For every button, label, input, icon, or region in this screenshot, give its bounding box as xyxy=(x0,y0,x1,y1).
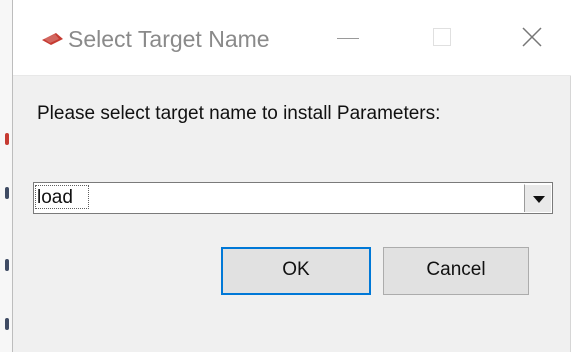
background-marker xyxy=(5,187,9,199)
minimize-button[interactable] xyxy=(325,14,373,62)
target-name-select[interactable]: load xyxy=(33,182,553,214)
window-title: Select Target Name xyxy=(68,26,270,52)
background-marker xyxy=(5,318,9,330)
cancel-button[interactable]: Cancel xyxy=(383,247,529,295)
app-logo-icon xyxy=(42,33,63,45)
minimize-icon xyxy=(337,38,359,39)
background-marker xyxy=(5,133,9,145)
install-parameters-prompt: Please select target name to install Par… xyxy=(37,103,441,124)
ok-button[interactable]: OK xyxy=(221,247,371,295)
cancel-button-label: Cancel xyxy=(426,259,486,280)
selected-target-name: load xyxy=(37,187,73,208)
dropdown-button[interactable] xyxy=(524,184,551,212)
chevron-down-icon xyxy=(533,196,545,203)
background-marker xyxy=(5,259,9,271)
close-button[interactable] xyxy=(509,14,557,62)
maximize-icon xyxy=(433,28,451,46)
close-icon xyxy=(522,27,542,47)
background-window-edge xyxy=(0,0,12,352)
select-target-dialog: Select Target Name Please select target … xyxy=(12,0,571,352)
ok-button-label: OK xyxy=(282,259,310,280)
title-bar[interactable]: Select Target Name xyxy=(13,0,571,76)
maximize-button xyxy=(418,14,466,62)
